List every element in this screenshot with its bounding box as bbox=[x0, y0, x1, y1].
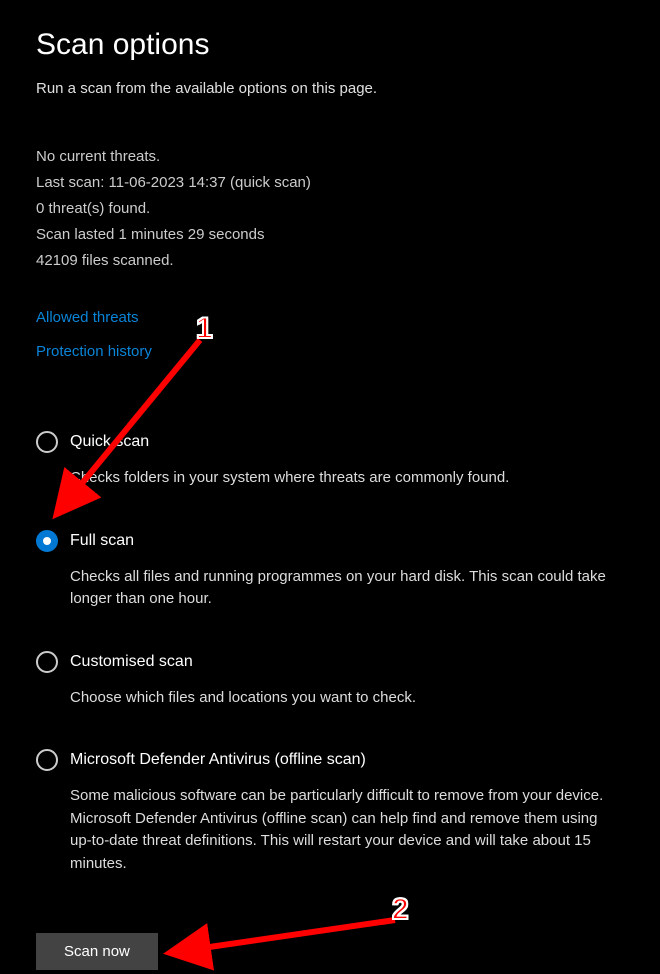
status-threats-found: 0 threat(s) found. bbox=[36, 197, 624, 221]
radio-label: Microsoft Defender Antivirus (offline sc… bbox=[70, 751, 366, 769]
radio-option-quick-scan[interactable]: Quick scan Checks folders in your system… bbox=[36, 431, 624, 490]
status-no-threats: No current threats. bbox=[36, 145, 624, 169]
annotation-number-1: 1 bbox=[196, 312, 213, 346]
status-last-scan: Last scan: 11-06-2023 14:37 (quick scan) bbox=[36, 171, 624, 195]
annotation-number-2: 2 bbox=[392, 893, 409, 927]
radio-desc: Checks folders in your system where thre… bbox=[70, 467, 614, 490]
radio-icon bbox=[36, 749, 58, 771]
scan-options-group: Quick scan Checks folders in your system… bbox=[36, 431, 624, 875]
radio-icon bbox=[36, 431, 58, 453]
radio-label: Quick scan bbox=[70, 433, 149, 451]
status-duration: Scan lasted 1 minutes 29 seconds bbox=[36, 223, 624, 247]
radio-icon bbox=[36, 530, 58, 552]
radio-option-full-scan[interactable]: Full scan Checks all files and running p… bbox=[36, 530, 624, 611]
page-subtitle: Run a scan from the available options on… bbox=[36, 80, 624, 97]
radio-label: Full scan bbox=[70, 532, 134, 550]
radio-icon bbox=[36, 651, 58, 673]
page-title: Scan options bbox=[36, 28, 624, 62]
status-block: No current threats. Last scan: 11-06-202… bbox=[36, 145, 624, 273]
allowed-threats-link[interactable]: Allowed threats bbox=[36, 309, 139, 326]
radio-option-customised-scan[interactable]: Customised scan Choose which files and l… bbox=[36, 651, 624, 710]
radio-desc: Choose which files and locations you wan… bbox=[70, 687, 614, 710]
protection-history-link[interactable]: Protection history bbox=[36, 343, 152, 360]
radio-desc: Checks all files and running programmes … bbox=[70, 566, 614, 611]
scan-now-button[interactable]: Scan now bbox=[36, 933, 158, 970]
radio-option-offline-scan[interactable]: Microsoft Defender Antivirus (offline sc… bbox=[36, 749, 624, 875]
status-files-scanned: 42109 files scanned. bbox=[36, 249, 624, 273]
radio-label: Customised scan bbox=[70, 653, 193, 671]
radio-desc: Some malicious software can be particula… bbox=[70, 785, 614, 875]
